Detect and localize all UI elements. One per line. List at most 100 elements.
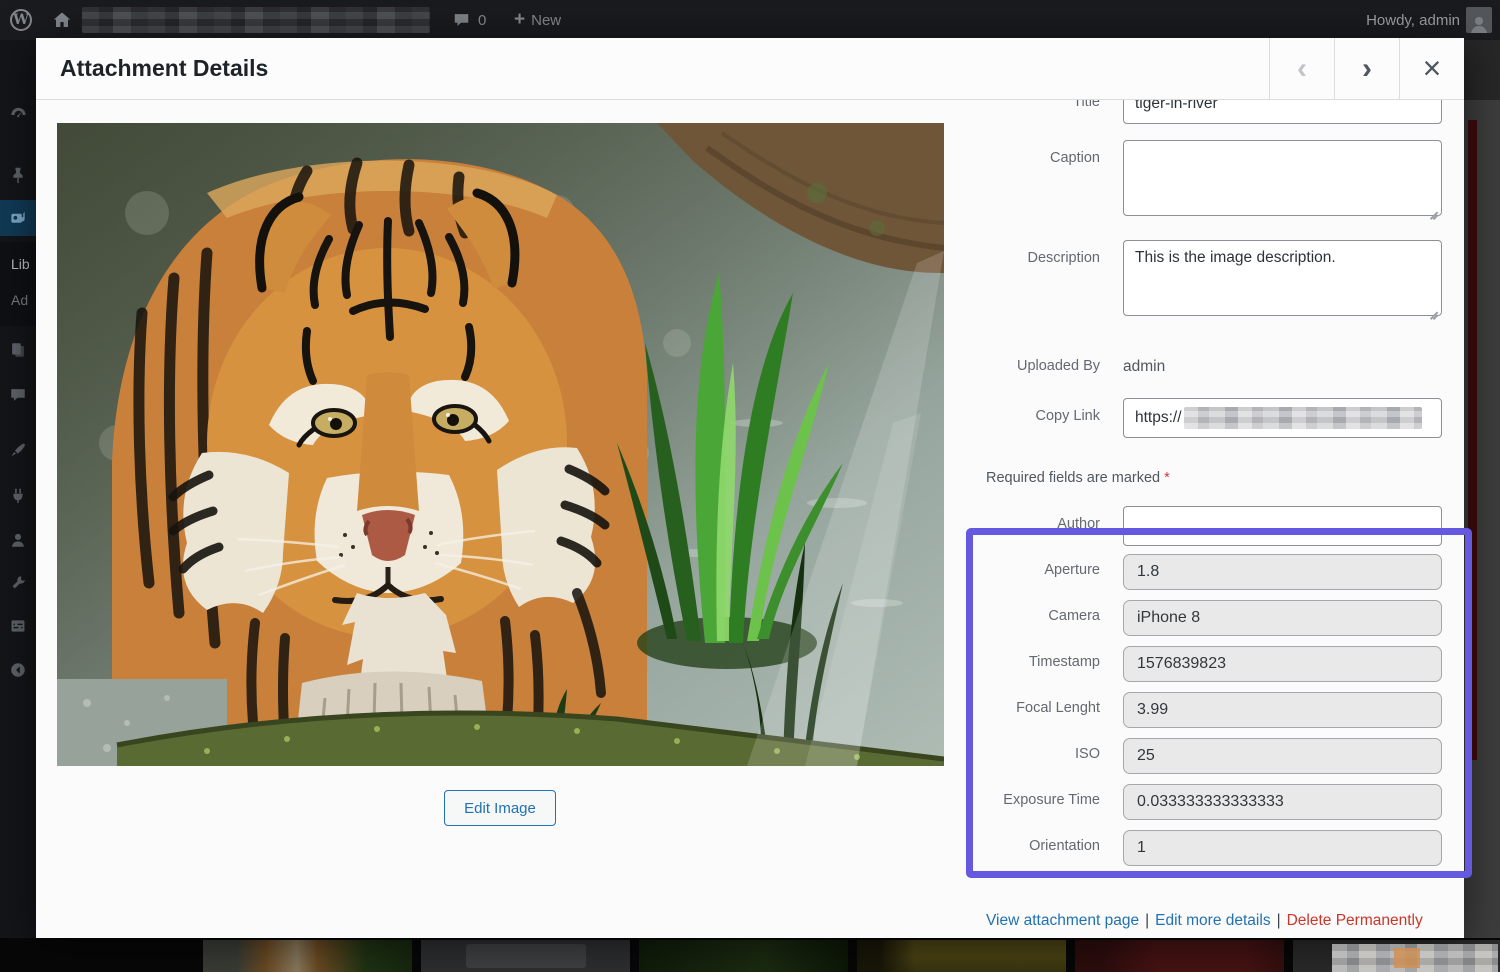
description-label: Description <box>964 240 1123 321</box>
comment-bubble-icon <box>452 11 471 29</box>
copy-link-row: Copy Link https:// <box>964 398 1442 438</box>
users-icon[interactable] <box>0 522 36 558</box>
wordpress-logo-icon[interactable]: W <box>8 0 34 40</box>
url-prefix: https:// <box>1135 409 1182 427</box>
attachment-preview-image <box>57 123 944 766</box>
caption-label: Caption <box>964 140 1123 221</box>
resize-grip-icon[interactable] <box>1427 204 1438 215</box>
media-thumbnail <box>421 940 630 972</box>
media-thumbnail <box>639 940 848 972</box>
media-thumbnail <box>203 940 412 972</box>
description-field-row: Description This is the image descriptio… <box>964 240 1442 321</box>
aperture-field-row: Aperture <box>964 554 1442 590</box>
blurred-thumbnail-annotation <box>1332 944 1498 972</box>
pages-icon[interactable] <box>0 332 36 368</box>
iso-input[interactable] <box>1123 738 1442 774</box>
admin-bar: W 0 + New Howdy, admin <box>0 0 1500 40</box>
copy-link-input[interactable]: https:// <box>1123 398 1442 438</box>
thumbnail-tree-silhouette <box>857 940 915 972</box>
sidebar-item-library[interactable]: Lib <box>11 256 30 272</box>
uploaded-by-label: Uploaded By <box>964 348 1123 376</box>
sidebar-item-add-new[interactable]: Ad <box>11 292 28 308</box>
previous-attachment-button[interactable]: ‹ <box>1269 38 1334 100</box>
attachment-details-modal: Attachment Details ‹ › × <box>36 38 1464 938</box>
wordpress-logo-letter: W <box>10 9 32 31</box>
camera-field-row: Camera <box>964 600 1442 636</box>
edit-more-details-link[interactable]: Edit more details <box>1155 912 1270 929</box>
close-modal-button[interactable]: × <box>1399 38 1464 100</box>
page-background-top-right <box>1464 38 1500 100</box>
caption-textarea[interactable] <box>1123 140 1442 216</box>
focal-length-label: Focal Lenght <box>964 692 1123 728</box>
timestamp-label: Timestamp <box>964 646 1123 682</box>
posts-pin-icon[interactable] <box>0 157 36 193</box>
dashboard-icon[interactable] <box>0 96 36 132</box>
media-icon[interactable] <box>0 200 36 236</box>
orientation-label: Orientation <box>964 830 1123 866</box>
timestamp-input[interactable] <box>1123 646 1442 682</box>
avatar[interactable] <box>1466 0 1492 40</box>
aperture-label: Aperture <box>964 554 1123 590</box>
orientation-input[interactable] <box>1123 830 1442 866</box>
description-textarea[interactable]: This is the image description. <box>1123 240 1442 316</box>
howdy-account-menu[interactable]: Howdy, admin <box>1366 0 1460 40</box>
new-button[interactable]: + New <box>514 0 561 40</box>
admin-sidebar: Lib Ad <box>0 40 36 938</box>
next-attachment-button[interactable]: › <box>1334 38 1399 100</box>
chevron-right-icon: › <box>1362 52 1372 86</box>
required-asterisk: * <box>1164 470 1170 486</box>
attachment-details-panel: Title Caption Description This is the im… <box>964 100 1442 938</box>
iso-field-row: ISO <box>964 738 1442 774</box>
site-title-blurred[interactable] <box>82 7 430 33</box>
focal-length-input[interactable] <box>1123 692 1442 728</box>
comments-bubble[interactable]: 0 <box>452 0 486 40</box>
blur-orange-patch <box>1394 948 1420 968</box>
iso-label: ISO <box>964 738 1123 774</box>
modal-title: Attachment Details <box>36 55 268 82</box>
media-thumbnail <box>1075 940 1284 972</box>
title-field-row: Title <box>964 100 1442 124</box>
title-label: Title <box>964 100 1123 124</box>
exposure-time-input[interactable] <box>1123 784 1442 820</box>
media-submenu: Lib Ad <box>0 242 36 326</box>
author-label: Author <box>964 506 1123 546</box>
new-label: New <box>531 12 561 29</box>
author-input[interactable] <box>1123 506 1442 546</box>
tools-icon[interactable] <box>0 565 36 601</box>
settings-icon[interactable] <box>0 608 36 644</box>
plugins-icon[interactable] <box>0 477 36 513</box>
timestamp-field-row: Timestamp <box>964 646 1442 682</box>
copy-link-label: Copy Link <box>964 398 1123 438</box>
exposure-time-field-row: Exposure Time <box>964 784 1442 820</box>
aperture-input[interactable] <box>1123 554 1442 590</box>
delete-permanently-link[interactable]: Delete Permanently <box>1287 912 1423 929</box>
modal-nav: ‹ › × <box>1269 38 1464 100</box>
uploaded-by-value: admin <box>1123 348 1165 376</box>
author-field-row: Author <box>964 506 1442 546</box>
plus-icon: + <box>514 9 525 31</box>
modal-header: Attachment Details ‹ › × <box>36 38 1464 100</box>
focal-length-field-row: Focal Lenght <box>964 692 1442 728</box>
caption-field-row: Caption <box>964 140 1442 221</box>
background-red-element <box>1468 120 1477 760</box>
comments-icon[interactable] <box>0 377 36 413</box>
media-library-grid <box>0 938 1500 972</box>
title-input[interactable] <box>1123 100 1442 124</box>
view-attachment-page-link[interactable]: View attachment page <box>986 912 1139 929</box>
exposure-time-label: Exposure Time <box>964 784 1123 820</box>
resize-grip-icon[interactable] <box>1427 304 1438 315</box>
required-fields-note: Required fields are marked * <box>964 470 1442 486</box>
attachment-actions: View attachment page|Edit more details|D… <box>964 912 1442 930</box>
edit-image-button[interactable]: Edit Image <box>444 790 556 826</box>
camera-input[interactable] <box>1123 600 1442 636</box>
orientation-field-row: Orientation <box>964 830 1442 866</box>
url-blurred <box>1184 407 1422 429</box>
chevron-left-icon: ‹ <box>1297 52 1307 86</box>
uploaded-by-row: Uploaded By admin <box>964 348 1442 376</box>
collapse-menu-icon[interactable] <box>0 652 36 688</box>
close-icon: × <box>1423 50 1442 87</box>
appearance-icon[interactable] <box>0 432 36 468</box>
home-icon[interactable] <box>52 0 72 40</box>
comment-count: 0 <box>478 12 486 29</box>
camera-label: Camera <box>964 600 1123 636</box>
